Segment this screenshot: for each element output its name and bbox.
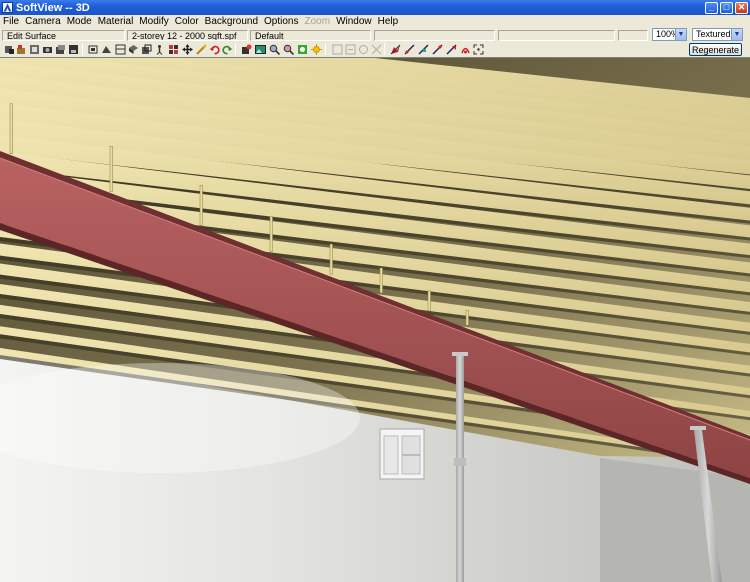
disabled-tool-2-icon [344, 43, 356, 55]
mode-field: Edit Surface [2, 30, 125, 41]
zoom-in-icon[interactable] [268, 43, 280, 55]
joist-hanger [199, 184, 203, 226]
window-title: SoftView -- 3D [16, 1, 90, 14]
magic-wand-icon[interactable] [195, 43, 207, 55]
joist-hanger [329, 243, 333, 275]
joist-hanger [465, 309, 469, 326]
joist-hanger [269, 216, 273, 252]
zoom-select[interactable]: 100% ▼ [652, 28, 687, 41]
zoom-fit-icon[interactable] [296, 43, 308, 55]
info-row: Edit Surface 2-storey 12 - 2000 sqft.spf… [0, 28, 750, 42]
open-icon[interactable] [54, 43, 66, 55]
close-icon: ✕ [737, 2, 746, 12]
fit-view-icon[interactable] [472, 43, 484, 55]
undo-icon[interactable] [208, 43, 220, 55]
maximize-button[interactable]: □ [720, 1, 733, 14]
tool-d-icon[interactable] [431, 43, 443, 55]
title-bar: SoftView -- 3D _ □ ✕ [0, 0, 750, 15]
camera-icon[interactable] [41, 43, 53, 55]
view-iso-icon[interactable] [127, 43, 139, 55]
menu-file[interactable]: File [0, 16, 22, 27]
joist-hanger [379, 267, 383, 294]
tool-c-icon[interactable] [417, 43, 429, 55]
render-mode-select[interactable]: Textured ▼ [692, 28, 743, 41]
minimize-button[interactable]: _ [705, 1, 718, 14]
regenerate-button[interactable]: Regenerate [689, 43, 742, 56]
menu-background[interactable]: Background [202, 16, 261, 27]
paint-icon[interactable] [15, 43, 27, 55]
render-icon[interactable] [240, 43, 252, 55]
menu-bar: File Camera Mode Material Modify Color B… [0, 15, 750, 28]
layer-field: Default [250, 30, 371, 41]
basement-window [379, 428, 425, 480]
menu-camera[interactable]: Camera [22, 16, 64, 27]
move-icon[interactable] [181, 43, 193, 55]
menu-modify[interactable]: Modify [136, 16, 171, 27]
redo-icon[interactable] [221, 43, 233, 55]
grid-icon[interactable] [167, 43, 179, 55]
menu-window[interactable]: Window [333, 16, 375, 27]
zoom-region-icon[interactable] [282, 43, 294, 55]
3d-viewport[interactable] [0, 57, 750, 582]
menu-material[interactable]: Material [95, 16, 137, 27]
material-icon[interactable] [28, 43, 40, 55]
view-top-icon[interactable] [114, 43, 126, 55]
save-icon[interactable] [67, 43, 79, 55]
joist-hanger [427, 290, 431, 312]
basement-ceiling-render[interactable] [0, 58, 750, 582]
chevron-down-icon: ▼ [731, 29, 742, 40]
joist-hanger [109, 146, 113, 192]
image-icon[interactable] [254, 43, 266, 55]
view-front-icon[interactable] [87, 43, 99, 55]
render-mode-value: Textured [696, 29, 731, 39]
menu-options[interactable]: Options [261, 16, 301, 27]
light-icon[interactable] [310, 43, 322, 55]
toolbar [0, 42, 750, 57]
app-icon [2, 2, 13, 13]
menu-color[interactable]: Color [172, 16, 202, 27]
view-persp-icon[interactable] [140, 43, 152, 55]
disabled-tool-3-icon [357, 43, 369, 55]
disabled-tool-4-icon [370, 43, 382, 55]
status-field-3 [618, 30, 648, 41]
status-field-2 [498, 30, 615, 41]
chevron-down-icon: ▼ [675, 29, 686, 40]
side-wall [600, 458, 750, 582]
joist-hanger [9, 103, 13, 155]
disabled-tool-1-icon [331, 43, 343, 55]
maximize-icon: □ [723, 2, 730, 12]
file-field: 2-storey 12 - 2000 sqft.spf [127, 30, 248, 41]
tool-e-icon[interactable] [445, 43, 457, 55]
tool-b-icon[interactable] [403, 43, 415, 55]
menu-help[interactable]: Help [375, 16, 402, 27]
menu-zoom: Zoom [304, 16, 331, 27]
view-side-icon[interactable] [100, 43, 112, 55]
status-field-1 [374, 30, 495, 41]
tool-a-icon[interactable] [389, 43, 401, 55]
close-button[interactable]: ✕ [735, 1, 748, 14]
select-tool-icon[interactable] [3, 43, 15, 55]
minimize-icon: _ [708, 2, 714, 12]
menu-mode[interactable]: Mode [64, 16, 95, 27]
tool-f-icon[interactable] [459, 43, 471, 55]
walk-icon[interactable] [153, 43, 165, 55]
